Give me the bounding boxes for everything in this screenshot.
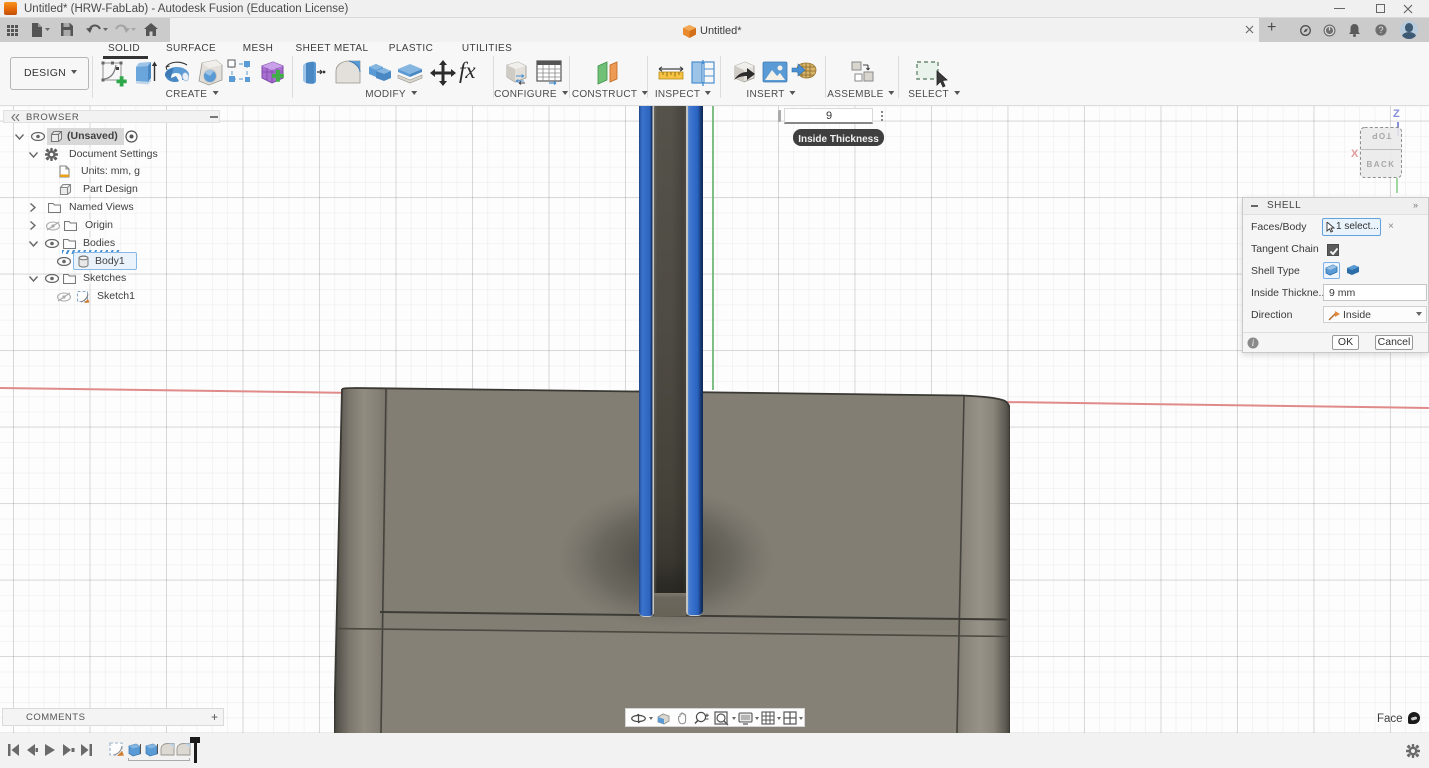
svg-text:BACK: BACK (1366, 160, 1395, 169)
svg-text:TOP: TOP (1371, 131, 1392, 140)
svg-text:?: ? (1378, 25, 1383, 35)
svg-text:fx: fx (459, 59, 476, 83)
